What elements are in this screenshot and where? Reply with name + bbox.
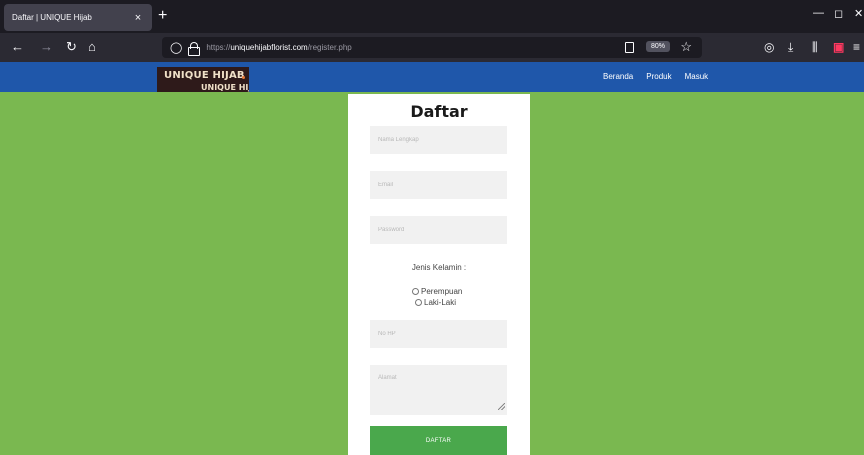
gender-option-laki-laki[interactable]: Laki-Laki bbox=[415, 298, 456, 307]
shield-icon[interactable]: ◯ bbox=[170, 41, 182, 54]
url-text[interactable]: https://uniquehijabflorist.com/register.… bbox=[206, 43, 351, 52]
site-logo[interactable]: UNIQUE HIJAB UNIQUE HIJ bbox=[157, 67, 249, 92]
url-bar[interactable]: ◯ https://uniquehijabflorist.com/registe… bbox=[162, 37, 702, 58]
radio-laki-laki[interactable] bbox=[415, 299, 422, 306]
form-title: Daftar bbox=[410, 102, 468, 121]
close-window-icon[interactable]: ✕ bbox=[854, 7, 863, 20]
nav-link-beranda[interactable]: Beranda bbox=[603, 72, 633, 81]
menu-icon[interactable]: ≡ bbox=[853, 39, 860, 55]
url-path: /register.php bbox=[307, 43, 352, 52]
logo-accent-dot bbox=[242, 76, 245, 79]
password-input[interactable] bbox=[370, 216, 507, 244]
minimize-icon[interactable]: — bbox=[813, 7, 824, 19]
radio-label-perempuan: Perempuan bbox=[421, 287, 463, 296]
nav-link-masuk[interactable]: Masuk bbox=[685, 72, 709, 81]
gender-label: Jenis Kelamin : bbox=[411, 263, 467, 272]
register-form-card: Daftar Jenis Kelamin : Perempuan Laki-La… bbox=[348, 94, 530, 455]
address-textarea[interactable] bbox=[370, 365, 507, 415]
radio-label-laki-laki: Laki-Laki bbox=[424, 298, 457, 307]
download-icon[interactable]: ⤓ bbox=[788, 39, 793, 55]
extension-icon[interactable]: ▣ bbox=[833, 39, 844, 55]
url-host: uniquehijabflorist.com bbox=[230, 43, 308, 52]
bookmark-star-icon[interactable]: ☆ bbox=[680, 39, 692, 55]
library-icon[interactable]: ⫼ bbox=[812, 39, 818, 55]
browser-tab[interactable]: Daftar | UNIQUE Hijab × bbox=[4, 4, 152, 31]
site-nav: Beranda Produk Masuk bbox=[603, 72, 708, 81]
close-tab-icon[interactable]: × bbox=[132, 12, 144, 24]
reader-view-icon[interactable] bbox=[625, 42, 634, 53]
zoom-level-badge[interactable]: 80% bbox=[645, 41, 670, 52]
new-tab-button[interactable]: + bbox=[158, 7, 167, 25]
restore-icon[interactable]: ◻ bbox=[834, 7, 843, 20]
nav-link-produk[interactable]: Produk bbox=[646, 72, 671, 81]
resize-grip-icon[interactable] bbox=[498, 403, 505, 410]
email-input[interactable] bbox=[370, 171, 507, 199]
lock-icon[interactable] bbox=[188, 41, 201, 56]
forward-arrow-icon[interactable]: → bbox=[40, 39, 53, 55]
logo-text-secondary: UNIQUE HIJ bbox=[201, 83, 249, 92]
url-prefix: https:// bbox=[206, 43, 231, 52]
back-arrow-icon[interactable]: ← bbox=[11, 39, 24, 55]
site-header: UNIQUE HIJAB UNIQUE HIJ Beranda Produk M… bbox=[0, 62, 864, 92]
phone-input[interactable] bbox=[370, 320, 507, 348]
tab-strip: Daftar | UNIQUE Hijab × + — ◻ ✕ bbox=[0, 0, 864, 33]
tab-title: Daftar | UNIQUE Hijab bbox=[12, 13, 92, 22]
logo-text: UNIQUE HIJAB bbox=[164, 70, 245, 81]
pocket-icon[interactable]: ◎ bbox=[764, 39, 774, 55]
radio-perempuan[interactable] bbox=[412, 288, 419, 295]
home-icon[interactable]: ⌂ bbox=[88, 39, 96, 55]
nav-toolbar: ← → ↻ ⌂ ◯ https://uniquehijabflorist.com… bbox=[0, 33, 864, 62]
reload-icon[interactable]: ↻ bbox=[66, 39, 77, 55]
page-content: UNIQUE HIJAB UNIQUE HIJ Beranda Produk M… bbox=[0, 62, 864, 455]
daftar-submit-button[interactable]: DAFTAR bbox=[370, 426, 507, 455]
gender-option-perempuan[interactable]: Perempuan bbox=[412, 287, 462, 296]
full-name-input[interactable] bbox=[370, 126, 507, 154]
